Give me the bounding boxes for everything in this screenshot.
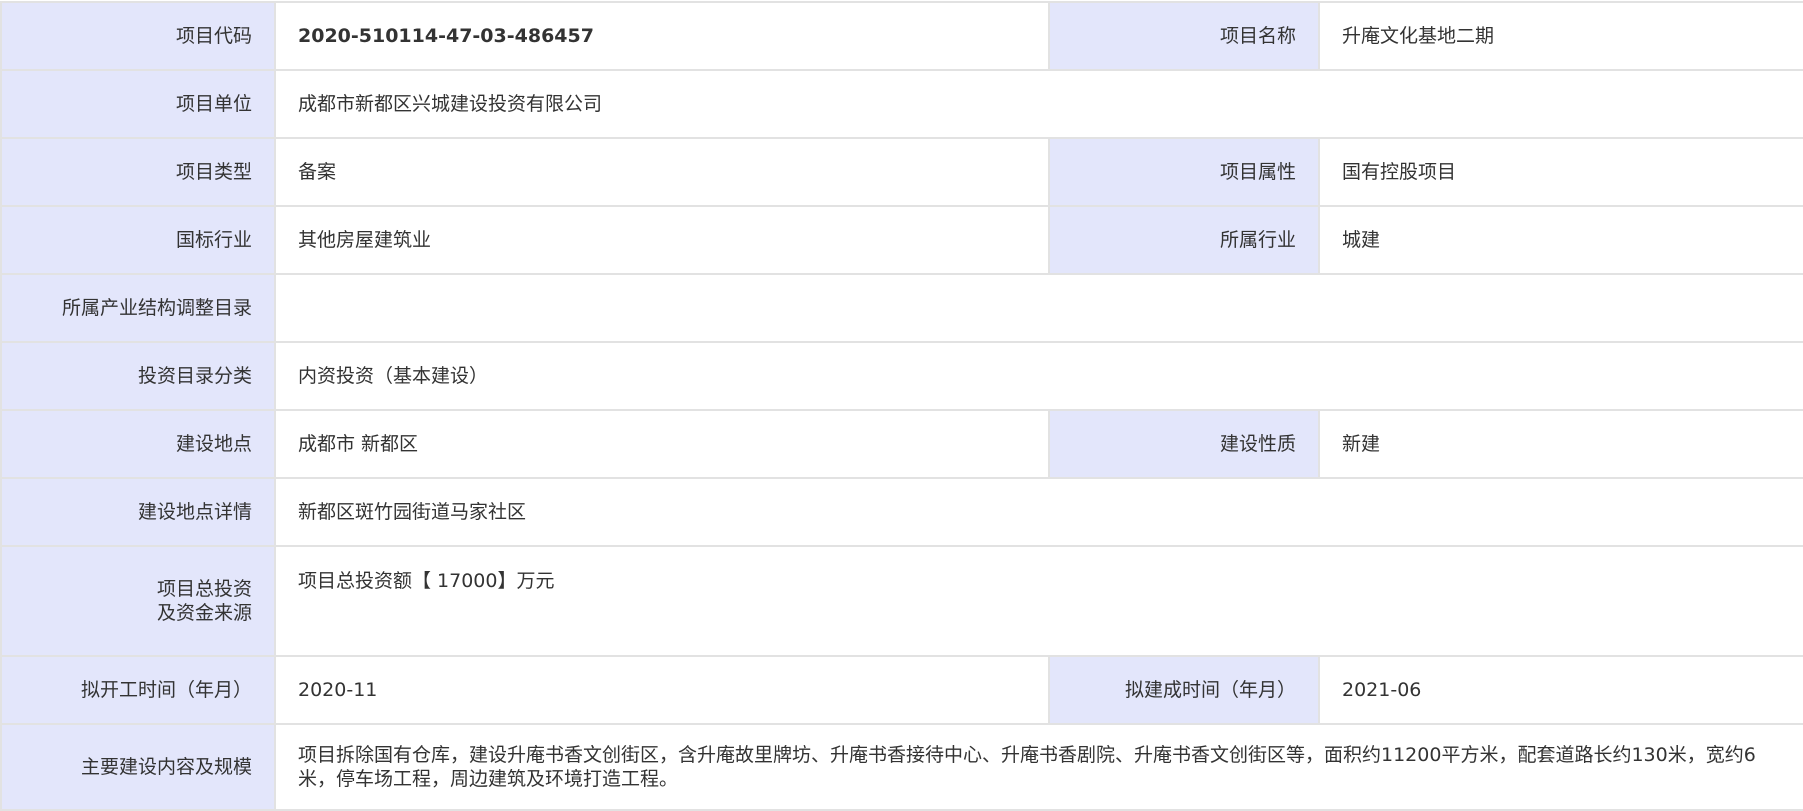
value-investment-catalog: 内资投资（基本建设） — [274, 341, 1803, 411]
row-main-content: 主要建设内容及规模 项目拆除国有仓库，建设升庵书香文创街区，含升庵故里牌坊、升庵… — [0, 723, 1803, 811]
label-project-unit: 项目单位 — [0, 69, 276, 139]
value-project-attribute: 国有控股项目 — [1318, 137, 1803, 207]
label-national-industry: 国标行业 — [0, 205, 276, 275]
row-location-detail: 建设地点详情 新都区斑竹园街道马家社区 — [0, 477, 1803, 547]
value-national-industry: 其他房屋建筑业 — [274, 205, 1050, 275]
row-project-type: 项目类型 备案 项目属性 国有控股项目 — [0, 137, 1803, 207]
row-schedule: 拟开工时间（年月） 2020-11 拟建成时间（年月） 2021-06 — [0, 655, 1803, 725]
label-project-name: 项目名称 — [1048, 1, 1320, 71]
label-project-type: 项目类型 — [0, 137, 276, 207]
value-main-content: 项目拆除国有仓库，建设升庵书香文创街区，含升庵故里牌坊、升庵书香接待中心、升庵书… — [274, 723, 1803, 811]
row-industry-catalog: 所属产业结构调整目录 — [0, 273, 1803, 343]
row-project-code: 项目代码 2020-510114-47-03-486457 项目名称 升庵文化基… — [0, 1, 1803, 71]
value-project-type: 备案 — [274, 137, 1050, 207]
label-line-2: 及资金来源 — [156, 602, 252, 624]
label-total-investment: 项目总投资 及资金来源 — [0, 545, 276, 657]
value-location: 成都市 新都区 — [274, 409, 1050, 479]
value-construction-nature: 新建 — [1318, 409, 1803, 479]
label-construction-nature: 建设性质 — [1048, 409, 1320, 479]
label-location-detail: 建设地点详情 — [0, 477, 276, 547]
label-start-time: 拟开工时间（年月） — [0, 655, 276, 725]
value-industry-catalog — [274, 273, 1803, 343]
row-project-unit: 项目单位 成都市新都区兴城建设投资有限公司 — [0, 69, 1803, 139]
value-project-name: 升庵文化基地二期 — [1318, 1, 1803, 71]
label-line-1: 项目总投资 — [156, 578, 252, 600]
label-industry: 所属行业 — [1048, 205, 1320, 275]
label-investment-catalog: 投资目录分类 — [0, 341, 276, 411]
label-industry-catalog: 所属产业结构调整目录 — [0, 273, 276, 343]
row-location: 建设地点 成都市 新都区 建设性质 新建 — [0, 409, 1803, 479]
value-project-unit: 成都市新都区兴城建设投资有限公司 — [274, 69, 1803, 139]
label-main-content: 主要建设内容及规模 — [0, 723, 276, 811]
value-industry: 城建 — [1318, 205, 1803, 275]
row-industry: 国标行业 其他房屋建筑业 所属行业 城建 — [0, 205, 1803, 275]
label-project-code: 项目代码 — [0, 1, 276, 71]
label-project-attribute: 项目属性 — [1048, 137, 1320, 207]
row-investment-catalog: 投资目录分类 内资投资（基本建设） — [0, 341, 1803, 411]
value-location-detail: 新都区斑竹园街道马家社区 — [274, 477, 1803, 547]
label-completion-time: 拟建成时间（年月） — [1048, 655, 1320, 725]
value-start-time: 2020-11 — [274, 655, 1050, 725]
value-total-investment: 项目总投资额【 17000】万元 — [274, 545, 1803, 657]
value-project-code: 2020-510114-47-03-486457 — [274, 1, 1050, 71]
label-location: 建设地点 — [0, 409, 276, 479]
project-info-table: 项目代码 2020-510114-47-03-486457 项目名称 升庵文化基… — [0, 1, 1803, 811]
row-total-investment: 项目总投资 及资金来源 项目总投资额【 17000】万元 — [0, 545, 1803, 657]
value-completion-time: 2021-06 — [1318, 655, 1803, 725]
